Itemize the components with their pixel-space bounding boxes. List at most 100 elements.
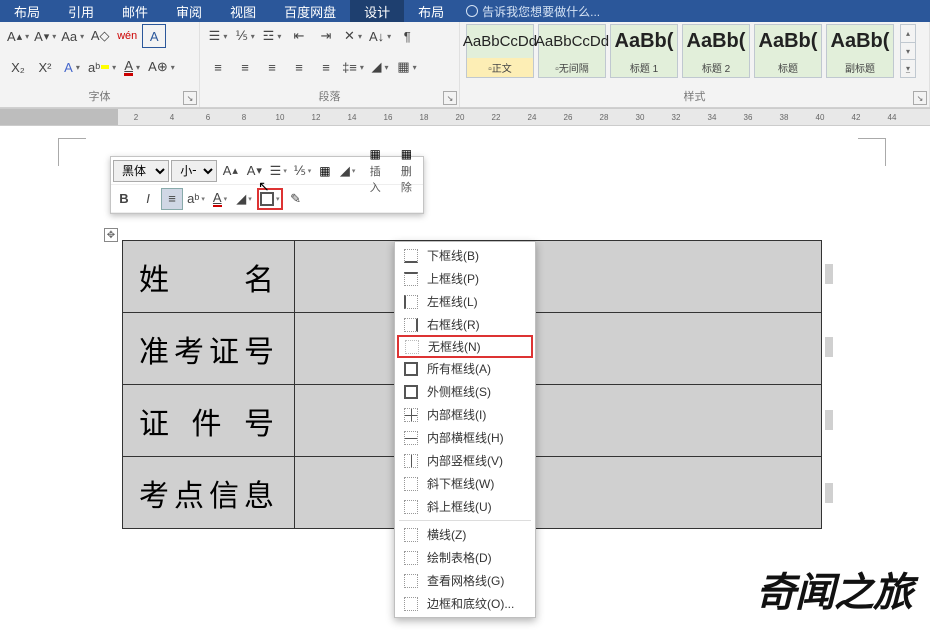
style-heading2[interactable]: AaBb(标题 2 — [682, 24, 750, 78]
label-id-no[interactable]: 证件号 — [123, 385, 295, 457]
highlight-button[interactable]: aᵇ — [87, 55, 117, 79]
border-menu-item[interactable]: 左框线(L) — [395, 290, 535, 313]
tab-references[interactable]: 引用 — [54, 0, 108, 22]
border-menu-item[interactable]: 下框线(B) — [395, 244, 535, 267]
mini-font-size[interactable]: 小一 — [171, 160, 217, 182]
font-color-button[interactable]: A — [120, 55, 144, 79]
style-subtitle[interactable]: AaBb(副标题 — [826, 24, 894, 78]
tab-view[interactable]: 视图 — [216, 0, 270, 22]
multilevel-button[interactable]: ☲ — [260, 24, 284, 48]
mini-font-select[interactable]: 黑体 — [113, 160, 169, 182]
border-menu-item[interactable]: 横线(Z) — [395, 523, 535, 546]
align-left-button[interactable]: ≡ — [206, 55, 230, 79]
row-end-marker — [825, 337, 833, 357]
justify-button[interactable]: ≡ — [287, 55, 311, 79]
mini-highlight[interactable]: aᵇ — [185, 188, 207, 210]
styles-more-button[interactable]: ▾̲ — [901, 60, 915, 77]
mini-align-center[interactable]: ≡ — [161, 188, 183, 210]
decrease-indent-button[interactable]: ⇤ — [287, 24, 311, 48]
border-menu-item[interactable]: 内部框线(I) — [395, 403, 535, 426]
grow-font-button[interactable]: A▴ — [6, 24, 30, 48]
clear-formatting-button[interactable]: A◇ — [88, 24, 112, 48]
mini-shade[interactable]: ◢ — [337, 160, 359, 182]
row-end-marker — [825, 483, 833, 503]
value-name[interactable] — [295, 241, 822, 313]
mini-insert-button[interactable]: ▦ 插入 — [361, 147, 390, 195]
style-heading1[interactable]: AaBb(标题 1 — [610, 24, 678, 78]
shrink-font-button[interactable]: A▾ — [33, 24, 57, 48]
tell-me-search[interactable]: 告诉我您想要做什么... — [458, 3, 608, 20]
tab-review[interactable]: 审阅 — [162, 0, 216, 22]
mini-delete-button[interactable]: ▦ 删除 — [392, 147, 421, 195]
border-menu-item[interactable]: 绘制表格(D) — [395, 546, 535, 569]
border-menu-item[interactable]: 内部竖框线(V) — [395, 449, 535, 472]
font-dialog-launcher[interactable]: ↘ — [183, 91, 197, 105]
styles-dialog-launcher[interactable]: ↘ — [913, 91, 927, 105]
align-right-button[interactable]: ≡ — [260, 55, 284, 79]
tab-layout1[interactable]: 布局 — [0, 0, 54, 22]
value-site-info[interactable] — [295, 457, 822, 529]
table-move-handle[interactable]: ✥ — [104, 228, 118, 242]
value-id-no[interactable] — [295, 385, 822, 457]
character-border-button[interactable]: A — [142, 24, 166, 48]
bullets-button[interactable]: ☰ — [206, 24, 230, 48]
mini-table-style[interactable]: ▦ — [315, 164, 334, 178]
line-spacing-button[interactable]: ‡≡ — [341, 55, 365, 79]
align-center-button[interactable]: ≡ — [233, 55, 257, 79]
mini-shrink-font[interactable]: A▾ — [243, 160, 265, 182]
mini-bullets[interactable]: ☰ — [267, 160, 289, 182]
label-exam-no[interactable]: 准考证号 — [123, 313, 295, 385]
asian-layout-button[interactable]: ✕ — [341, 24, 365, 48]
value-exam-no[interactable] — [295, 313, 822, 385]
mini-borders-button[interactable] — [257, 188, 283, 210]
horizontal-ruler[interactable]: 2468101214161820222426283032343638404244 — [0, 108, 930, 126]
char-shading-button[interactable]: A⊕ — [147, 55, 176, 79]
numbering-button[interactable]: ⅕ — [233, 24, 257, 48]
tab-mail[interactable]: 邮件 — [108, 0, 162, 22]
mini-shading2[interactable]: ◢ — [233, 188, 255, 210]
change-case-button[interactable]: Aa — [60, 24, 85, 48]
watermark-text: 奇闻之旅 — [756, 560, 912, 618]
mini-bold[interactable]: B — [113, 188, 135, 210]
border-menu-item[interactable]: 所有框线(A) — [395, 357, 535, 380]
mini-italic[interactable]: I — [137, 188, 159, 210]
label-site-info[interactable]: 考点信息 — [123, 457, 295, 529]
border-menu-item[interactable]: 右框线(R) — [395, 313, 535, 336]
style-title[interactable]: AaBb(标题 — [754, 24, 822, 78]
label-name[interactable]: 姓名 — [123, 241, 295, 313]
tab-design[interactable]: 设计 — [350, 0, 404, 22]
border-icon — [403, 550, 419, 566]
border-menu-item[interactable]: 边框和底纹(O)... — [395, 592, 535, 615]
phonetic-guide-button[interactable]: wén — [115, 24, 139, 48]
borders-button[interactable]: ▦ — [395, 55, 419, 79]
mini-grow-font[interactable]: A▴ — [219, 160, 241, 182]
style-normal[interactable]: AaBbCcDd▫正文 — [466, 24, 534, 78]
mini-numbering[interactable]: ⅕ — [291, 160, 313, 182]
mini-font-color[interactable]: A — [209, 188, 231, 210]
increase-indent-button[interactable]: ⇥ — [314, 24, 338, 48]
shading-button[interactable]: ◢ — [368, 55, 392, 79]
subscript-button[interactable]: X₂ — [6, 55, 30, 79]
border-menu-label: 无框线(N) — [428, 338, 481, 355]
border-menu-item[interactable]: 无框线(N) — [397, 335, 533, 358]
sort-button[interactable]: A↓ — [368, 24, 392, 48]
distribute-button[interactable]: ≡ — [314, 55, 338, 79]
border-menu-item[interactable]: 查看网格线(G) — [395, 569, 535, 592]
border-menu-item[interactable]: 外侧框线(S) — [395, 380, 535, 403]
show-marks-button[interactable]: ¶ — [395, 24, 419, 48]
paragraph-dialog-launcher[interactable]: ↘ — [443, 91, 457, 105]
border-menu-item[interactable]: 上框线(P) — [395, 267, 535, 290]
tab-layout2[interactable]: 布局 — [404, 0, 458, 22]
style-nospacing[interactable]: AaBbCcDd▫无间隔 — [538, 24, 606, 78]
text-effects-button[interactable]: A — [60, 55, 84, 79]
superscript-button[interactable]: X² — [33, 55, 57, 79]
border-menu-item[interactable]: 内部横框线(H) — [395, 426, 535, 449]
tab-baidu[interactable]: 百度网盘 — [270, 0, 350, 22]
border-icon — [403, 573, 419, 589]
border-menu-label: 下框线(B) — [427, 247, 479, 264]
border-menu-item[interactable]: 斜上框线(U) — [395, 495, 535, 518]
mini-format-painter[interactable]: ✎ — [285, 188, 307, 210]
styles-up-button[interactable]: ▴ — [901, 25, 915, 43]
styles-down-button[interactable]: ▾ — [901, 43, 915, 61]
border-menu-item[interactable]: 斜下框线(W) — [395, 472, 535, 495]
